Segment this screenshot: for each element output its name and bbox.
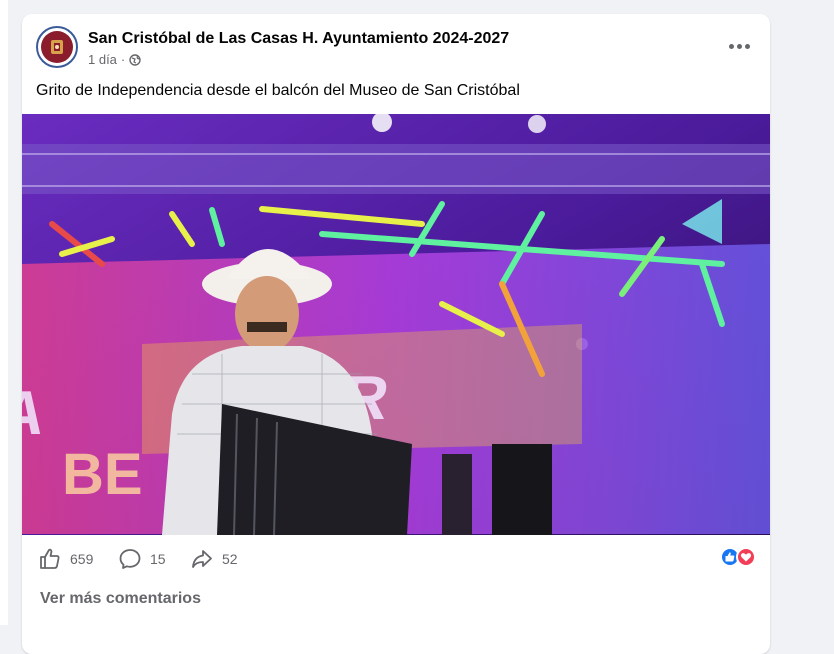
like-action[interactable]: 659 xyxy=(38,547,93,571)
post-card: San Cristóbal de Las Casas H. Ayuntamien… xyxy=(22,14,770,654)
reaction-summary[interactable] xyxy=(720,547,756,567)
like-icon xyxy=(38,547,62,571)
municipal-seal-icon xyxy=(41,31,73,63)
comment-action[interactable]: 15 xyxy=(118,547,166,571)
post-timestamp[interactable]: 1 día xyxy=(88,52,117,67)
meta-separator: · xyxy=(120,52,126,67)
globe-icon xyxy=(129,53,141,66)
post-actions-bar: 659 15 52 xyxy=(22,535,770,580)
share-action[interactable]: 52 xyxy=(190,547,238,571)
view-more-comments-link[interactable]: Ver más comentarios xyxy=(40,590,201,608)
comment-icon xyxy=(118,547,142,571)
share-count: 52 xyxy=(222,551,238,567)
sidebar-edge xyxy=(0,0,8,625)
post-text: Grito de Independencia desde el balcón d… xyxy=(36,82,520,99)
post-video[interactable]: A ER BE xyxy=(22,114,770,535)
comment-count: 15 xyxy=(150,551,166,567)
post-meta: 1 día · xyxy=(88,52,141,67)
like-count: 659 xyxy=(70,551,94,567)
more-dot xyxy=(736,43,742,49)
svg-text:BE: BE xyxy=(62,442,143,507)
page-avatar[interactable] xyxy=(36,26,78,68)
love-reaction-icon xyxy=(736,547,756,567)
page-name-link[interactable]: San Cristóbal de Las Casas H. Ayuntamien… xyxy=(88,30,509,48)
more-options-button[interactable] xyxy=(724,34,754,58)
post-header: San Cristóbal de Las Casas H. Ayuntamien… xyxy=(22,14,770,84)
video-frame-image: A ER BE xyxy=(22,114,770,535)
more-dot xyxy=(728,43,734,49)
share-icon xyxy=(190,547,214,571)
more-dot xyxy=(744,43,750,49)
